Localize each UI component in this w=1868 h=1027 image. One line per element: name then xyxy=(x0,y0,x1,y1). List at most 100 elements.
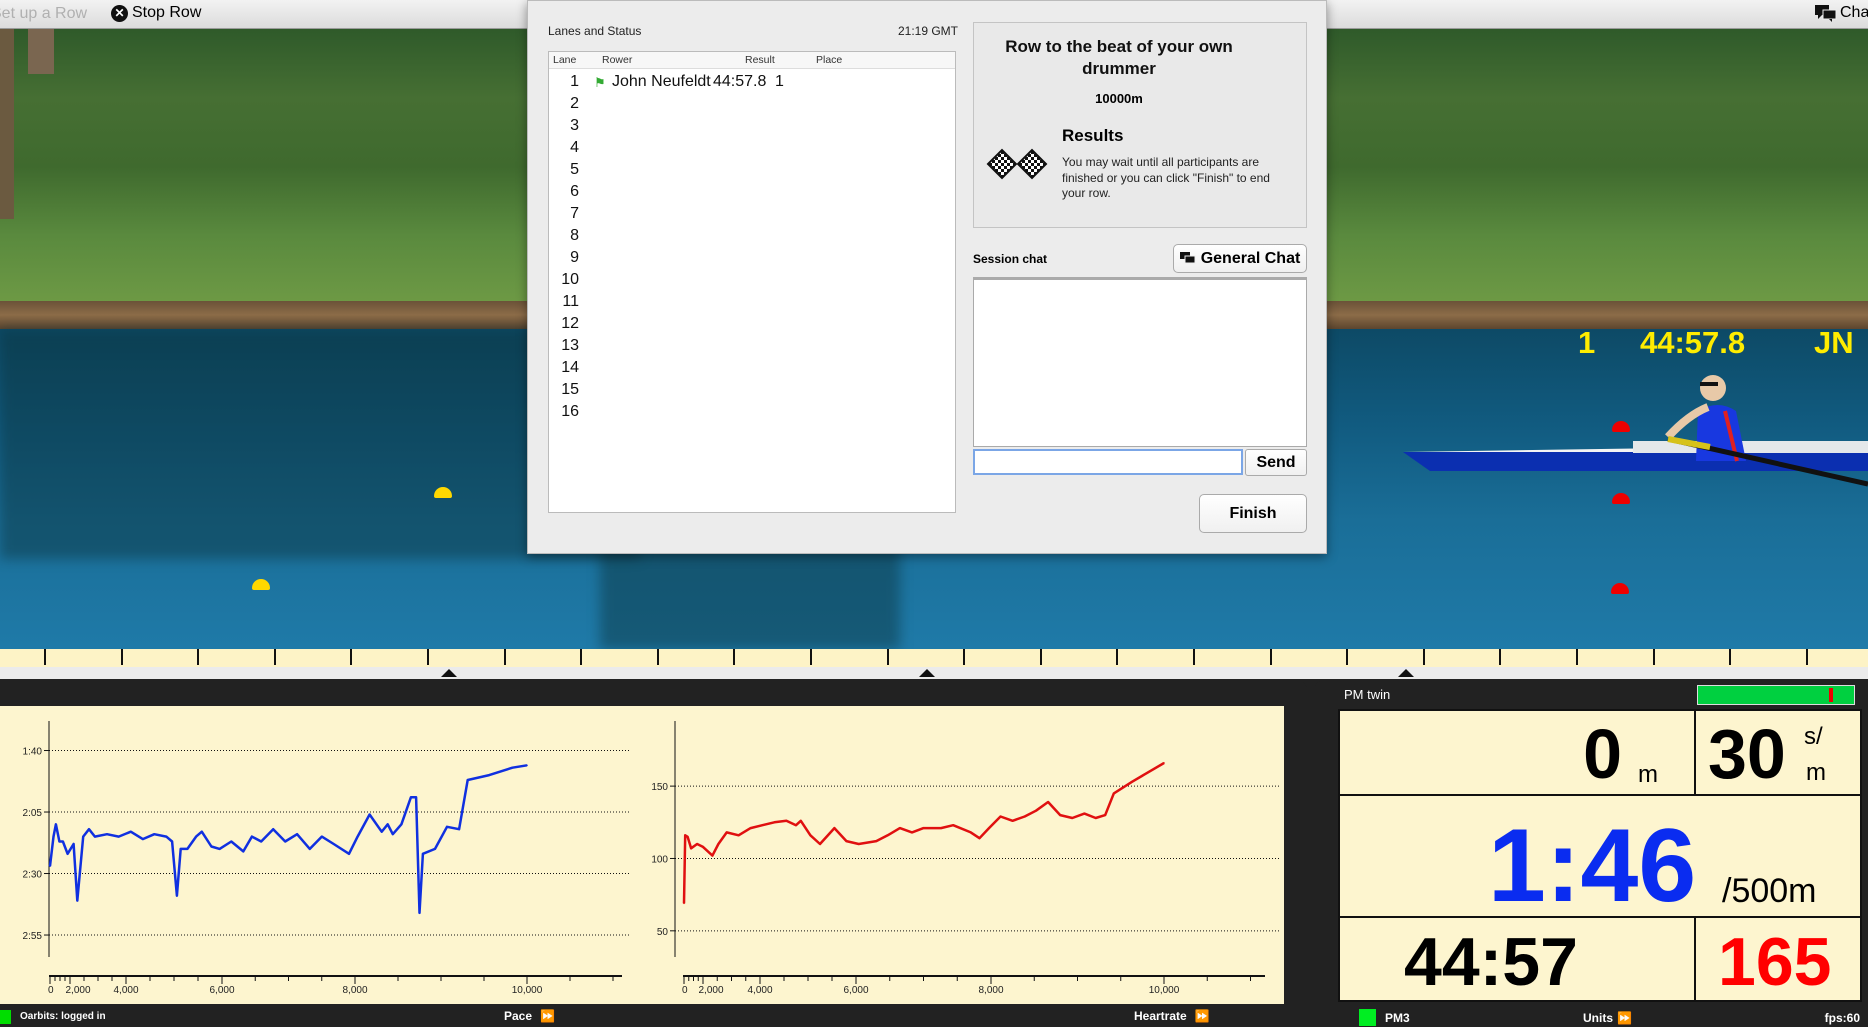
tree-trunk xyxy=(28,29,54,74)
data-point xyxy=(272,828,275,831)
y-tick-label: 1:40 xyxy=(23,747,43,758)
lane-row[interactable]: 11 xyxy=(549,292,955,314)
data-point xyxy=(911,831,913,834)
checkered-flags-icon xyxy=(986,148,1048,180)
lane-number: 6 xyxy=(570,183,579,200)
session-chat-label: Session chat xyxy=(973,252,1048,266)
data-point xyxy=(55,823,57,826)
lane-number: 3 xyxy=(570,117,579,134)
x-tick-label: 4,000 xyxy=(747,985,772,996)
lanes-table: Lane Rower Result Place 1 ⚑ John Neufeldt 4… xyxy=(548,51,956,513)
session-chat-log[interactable] xyxy=(973,277,1307,447)
pace-label: Pace xyxy=(504,1009,533,1023)
lane-number: 5 xyxy=(570,161,579,178)
pm-progress-bar xyxy=(1697,685,1855,705)
lane-number: 7 xyxy=(570,205,579,222)
lane-row[interactable]: 7 xyxy=(549,204,955,226)
lane-row[interactable]: 13 xyxy=(549,336,955,358)
data-point xyxy=(725,831,728,834)
y-tick-label: 2:05 xyxy=(23,808,43,819)
y-tick-label: 2:30 xyxy=(23,870,43,881)
data-point xyxy=(969,831,972,834)
lane-row[interactable]: 5 xyxy=(549,160,955,182)
data-point xyxy=(899,827,901,829)
lane-row[interactable]: 3 xyxy=(549,116,955,138)
stop-row-label: Stop Row xyxy=(132,4,202,21)
data-point xyxy=(434,848,436,850)
lane-row[interactable]: 10 xyxy=(549,270,955,292)
data-point xyxy=(795,824,797,826)
data-point xyxy=(410,796,412,799)
send-button[interactable]: Send xyxy=(1245,449,1307,476)
data-point xyxy=(176,894,178,897)
data-point xyxy=(922,827,925,829)
lane-row[interactable]: 14 xyxy=(549,358,955,380)
data-point xyxy=(230,840,233,843)
red-buoy xyxy=(1612,493,1630,504)
lane-row[interactable]: 12 xyxy=(549,314,955,336)
data-point xyxy=(58,840,61,843)
x-tick-label: 8,000 xyxy=(342,985,367,996)
login-status-indicator xyxy=(0,1010,11,1024)
data-point xyxy=(761,824,764,826)
column-header-rower[interactable]: Rower xyxy=(602,54,632,66)
data-point xyxy=(171,840,173,843)
data-point xyxy=(308,848,311,850)
ruler-tick xyxy=(197,649,199,665)
lane-row[interactable]: 2 xyxy=(549,94,955,116)
units-toggle[interactable]: Units ⏩ xyxy=(1583,1011,1632,1025)
table-header: Lane Rower Result Place xyxy=(549,52,955,69)
data-point xyxy=(458,828,460,831)
lane-row[interactable]: 1 ⚑ John Neufeldt 44:57.8 1 xyxy=(549,72,955,94)
data-point xyxy=(284,840,286,843)
column-header-place[interactable]: Place xyxy=(816,54,842,66)
chat-message-input[interactable] xyxy=(973,449,1243,475)
ruler-tick xyxy=(1270,649,1272,665)
y-tick-label: 100 xyxy=(651,854,668,865)
rower-boat xyxy=(1403,375,1868,487)
lane-row[interactable]: 8 xyxy=(549,226,955,248)
lane-number: 14 xyxy=(561,359,579,376)
data-point xyxy=(49,865,51,867)
setup-row-button[interactable]: Set up a Row xyxy=(0,5,87,23)
data-point xyxy=(82,835,84,838)
data-point xyxy=(251,835,253,838)
heartrate-chart-toggle[interactable]: Heartrate ⏩ xyxy=(1134,1009,1210,1023)
ruler-tick xyxy=(1193,649,1195,665)
data-point xyxy=(1023,815,1026,818)
data-point xyxy=(218,848,221,850)
data-point xyxy=(526,764,528,767)
pace-value: 1:46 xyxy=(1488,808,1697,924)
stop-row-button[interactable]: ✕ Stop Row xyxy=(111,4,201,22)
y-tick-label: 150 xyxy=(651,782,668,793)
chat-label: Chat xyxy=(1840,4,1868,21)
x-tick-label: 0 xyxy=(48,985,54,996)
column-header-lane[interactable]: Lane xyxy=(553,54,576,66)
data-point xyxy=(242,850,245,853)
lane-row[interactable]: 9 xyxy=(549,248,955,270)
lane-row[interactable]: 4 xyxy=(549,138,955,160)
pm-connection-indicator xyxy=(1359,1009,1376,1026)
ruler-tick xyxy=(1040,649,1042,665)
lane-row[interactable]: 6 xyxy=(549,182,955,204)
lane-row[interactable]: 15 xyxy=(549,380,955,402)
pace-chart-toggle[interactable]: Pace ⏩ xyxy=(504,1009,555,1023)
finish-button[interactable]: Finish xyxy=(1199,494,1307,533)
data-point xyxy=(210,845,213,848)
column-header-result[interactable]: Result xyxy=(745,54,775,66)
lane-row[interactable]: 16 xyxy=(549,402,955,424)
lane-number: 4 xyxy=(570,139,579,156)
pm-progress-marker xyxy=(1828,688,1833,702)
chat-button[interactable]: Chat xyxy=(1815,4,1868,22)
data-point xyxy=(320,835,323,838)
data-point xyxy=(952,824,954,826)
ruler-tick xyxy=(1116,649,1118,665)
data-point xyxy=(845,840,848,842)
data-point xyxy=(690,847,692,850)
ruler-tick xyxy=(580,649,582,665)
heart-rate-cell: 165 xyxy=(1694,916,1862,1002)
result: 44:57.8 xyxy=(713,73,767,90)
general-chat-button[interactable]: General Chat xyxy=(1173,244,1307,273)
results-text: You may wait until all participants are … xyxy=(1062,155,1270,200)
data-point xyxy=(1047,801,1049,803)
